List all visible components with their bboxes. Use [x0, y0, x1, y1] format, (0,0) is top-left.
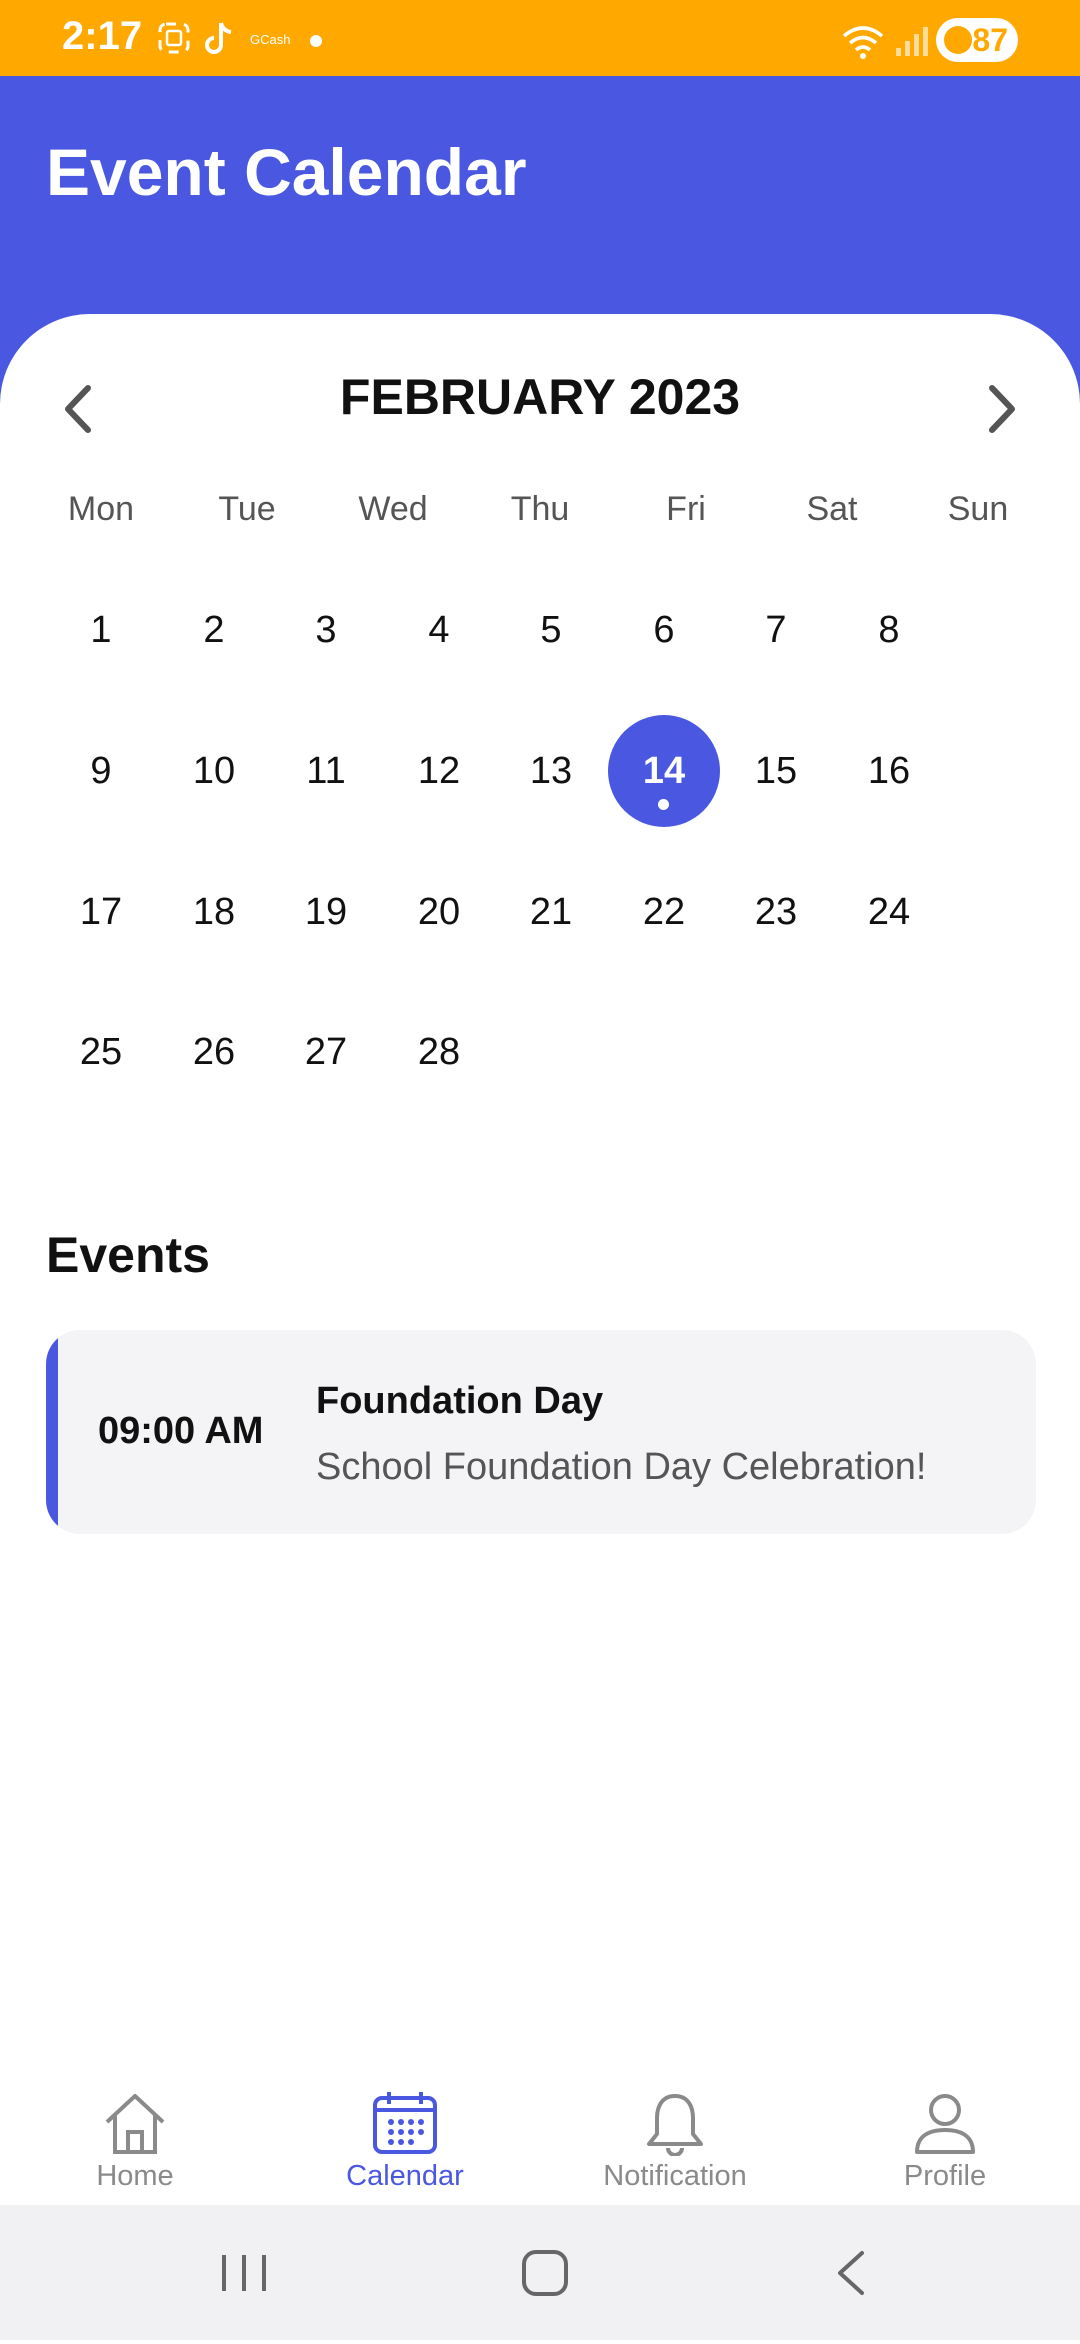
- calendar-day[interactable]: 17: [45, 856, 157, 968]
- event-name: Foundation Day: [316, 1380, 604, 1422]
- screenshot-icon: [158, 22, 190, 54]
- calendar-day[interactable]: 22: [608, 856, 720, 968]
- calendar-day[interactable]: 27: [270, 996, 382, 1108]
- calendar-day[interactable]: 3: [270, 574, 382, 686]
- calendar-day[interactable]: 24: [833, 856, 945, 968]
- system-navigation-bar: [0, 2205, 1080, 2340]
- event-accent-bar: [46, 1330, 58, 1534]
- nav-profile-label: Profile: [903, 2160, 987, 2192]
- calendar-day[interactable]: 25: [45, 996, 157, 1108]
- page-title: Event Calendar: [46, 135, 527, 209]
- calendar-day[interactable]: 28: [383, 996, 495, 1108]
- signal-icon: [896, 27, 928, 56]
- nav-calendar[interactable]: Calendar: [285, 2090, 525, 2193]
- calendar-day[interactable]: 8: [833, 574, 945, 686]
- calendar-day[interactable]: 11: [270, 715, 382, 827]
- calendar-day-selected[interactable]: 14: [608, 715, 720, 827]
- event-time: 09:00 AM: [98, 1410, 264, 1452]
- home-button[interactable]: [516, 2249, 576, 2297]
- battery-saver-icon: [944, 26, 972, 54]
- battery-indicator: 87: [936, 18, 1018, 62]
- nav-home-label: Home: [96, 2160, 174, 2192]
- calendar-day[interactable]: 2: [158, 574, 270, 686]
- event-description: School Foundation Day Celebration!: [316, 1446, 927, 1488]
- status-time: 2:17: [62, 14, 143, 58]
- calendar-day[interactable]: 19: [270, 856, 382, 968]
- bottom-navigation: Home Calendar Notification Profile: [0, 2060, 1080, 2205]
- nav-home[interactable]: Home: [15, 2090, 255, 2193]
- battery-level: 87: [972, 22, 1008, 58]
- bell-icon: [647, 2094, 703, 2156]
- gcash-icon: GCash: [250, 32, 291, 47]
- calendar-day[interactable]: 7: [720, 574, 832, 686]
- calendar-day[interactable]: 9: [45, 715, 157, 827]
- calendar-day[interactable]: 5: [495, 574, 607, 686]
- calendar-day[interactable]: 20: [383, 856, 495, 968]
- tiktok-icon: [205, 22, 232, 54]
- nav-profile[interactable]: Profile: [825, 2090, 1065, 2193]
- calendar-day[interactable]: 10: [158, 715, 270, 827]
- nav-notification-label: Notification: [603, 2160, 747, 2192]
- calendar-day[interactable]: 12: [383, 715, 495, 827]
- calendar-day[interactable]: 1: [45, 574, 157, 686]
- calendar-day[interactable]: 21: [495, 856, 607, 968]
- event-card[interactable]: 09:00 AM Foundation Day School Foundatio…: [46, 1330, 1036, 1534]
- calendar-day[interactable]: 23: [720, 856, 832, 968]
- calendar-day[interactable]: 6: [608, 574, 720, 686]
- nav-calendar-label: Calendar: [346, 2160, 464, 2192]
- notification-dot-icon: [310, 35, 322, 47]
- calendar-icon: [373, 2092, 437, 2154]
- back-button[interactable]: [820, 2249, 880, 2297]
- calendar-card: FEBRUARY 2023 Mon Tue Wed Thu Fri Sat Su…: [0, 314, 1080, 2344]
- home-icon: [105, 2094, 165, 2154]
- calendar-day[interactable]: 16: [833, 715, 945, 827]
- calendar-day[interactable]: 18: [158, 856, 270, 968]
- event-indicator-dot: [658, 799, 669, 810]
- events-heading: Events: [46, 1227, 210, 1283]
- calendar-day[interactable]: 15: [720, 715, 832, 827]
- calendar-day[interactable]: 4: [383, 574, 495, 686]
- wifi-icon: [842, 26, 884, 59]
- nav-notification[interactable]: Notification: [555, 2090, 795, 2193]
- calendar-day[interactable]: 26: [158, 996, 270, 1108]
- status-bar: 2:17 GCash 87: [0, 0, 1080, 76]
- calendar-day[interactable]: 13: [495, 715, 607, 827]
- person-icon: [915, 2094, 975, 2154]
- recent-apps-button[interactable]: [214, 2249, 274, 2297]
- calendar-grid: 1 2 3 4 5 6 7 8 9 10 11 12 13 14 15 16 17 18 19 20 21 22 23 24 2…: [0, 314, 1080, 1214]
